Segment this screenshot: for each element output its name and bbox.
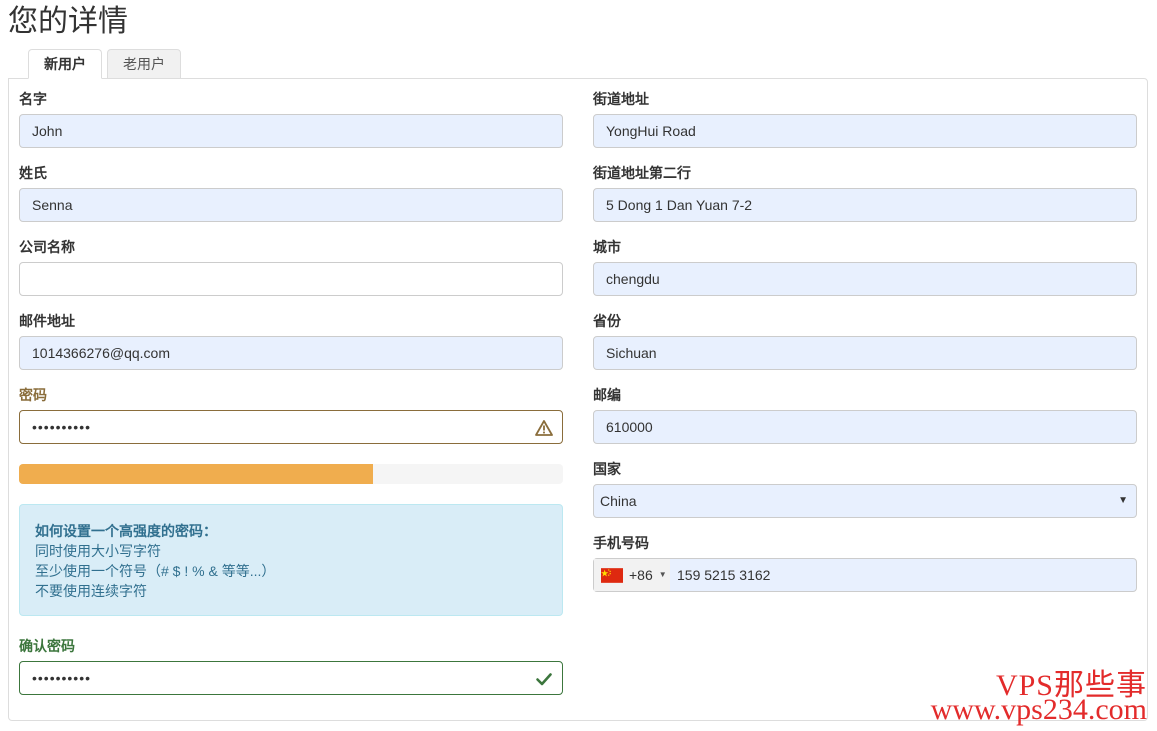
country-select[interactable]: China ▼ — [593, 484, 1137, 518]
phone-number-value: 159 5215 3162 — [677, 567, 771, 583]
password-field[interactable]: •••••••••• — [19, 410, 563, 444]
state-field[interactable]: Sichuan — [593, 336, 1137, 370]
phone-country-code: +86 — [629, 567, 653, 583]
caret-down-icon: ▼ — [658, 570, 667, 579]
warning-icon — [535, 420, 553, 436]
last-name-field[interactable]: Senna — [19, 188, 563, 222]
company-label: 公司名称 — [19, 239, 75, 255]
country-select-value: China — [600, 493, 637, 509]
email-field[interactable]: 1014366276@qq.com — [19, 336, 563, 370]
city-field[interactable]: chengdu — [593, 262, 1137, 296]
password-tip-item: 至少使用一个符号（# $ ! % & 等等...） — [35, 563, 276, 579]
checkmark-icon — [536, 673, 552, 686]
phone-label: 手机号码 — [593, 535, 649, 551]
password-strength-bar — [19, 464, 373, 484]
tab-existing-user[interactable]: 老用户 — [107, 49, 181, 79]
company-field[interactable] — [19, 262, 563, 296]
page-title: 您的详情 — [8, 5, 128, 38]
address2-field[interactable]: 5 Dong 1 Dan Yuan 7-2 — [593, 188, 1137, 222]
password-tips-title: 如何设置一个高强度的密码： — [35, 523, 217, 539]
country-code-dropdown[interactable]: +86 ▼ — [594, 559, 670, 591]
country-label: 国家 — [593, 461, 621, 477]
details-panel — [8, 78, 1148, 721]
password-tip-item: 同时使用大小写字符 — [35, 543, 161, 559]
tab-new-user[interactable]: 新用户 — [28, 49, 102, 79]
tab-bar: 新用户 老用户 — [28, 49, 181, 79]
caret-down-icon: ▼ — [1118, 495, 1128, 506]
site-watermark: VPS那些事 www.vps234.com — [931, 671, 1147, 725]
password-strength-meter — [19, 464, 563, 484]
email-label: 邮件地址 — [19, 313, 75, 329]
postcode-field[interactable]: 610000 — [593, 410, 1137, 444]
watermark-url: www.vps234.com — [930, 693, 1147, 726]
first-name-field[interactable]: John — [19, 114, 563, 148]
password-value: •••••••••• — [32, 419, 92, 435]
first-name-label: 名字 — [19, 91, 47, 107]
phone-field[interactable]: +86 ▼ 159 5215 3162 — [593, 558, 1137, 592]
china-flag-icon — [601, 567, 623, 583]
password-tips: 如何设置一个高强度的密码： 同时使用大小写字符 至少使用一个符号（# $ ! %… — [19, 504, 563, 616]
address1-label: 街道地址 — [593, 91, 649, 107]
confirm-password-field[interactable]: •••••••••• — [19, 661, 563, 695]
postcode-label: 邮编 — [593, 387, 621, 403]
address2-label: 街道地址第二行 — [593, 165, 691, 181]
password-tip-item: 不要使用连续字符 — [35, 583, 147, 599]
state-label: 省份 — [593, 313, 621, 329]
confirm-password-value: •••••••••• — [32, 670, 92, 686]
city-label: 城市 — [593, 239, 621, 255]
confirm-password-label: 确认密码 — [19, 638, 75, 654]
last-name-label: 姓氏 — [19, 165, 47, 181]
password-label: 密码 — [19, 387, 47, 403]
address1-field[interactable]: YongHui Road — [593, 114, 1137, 148]
